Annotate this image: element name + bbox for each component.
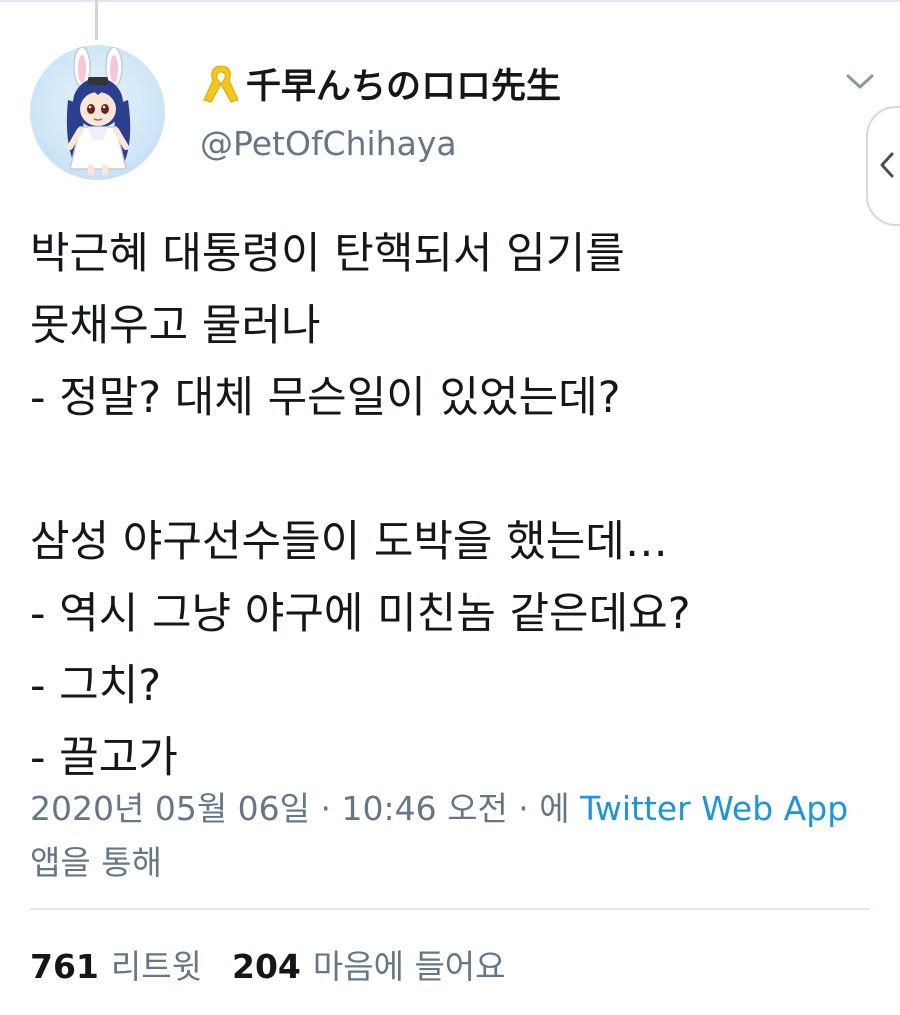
like-label[interactable]: 마음에 들어요 (313, 940, 506, 988)
tweet-line: - 그치? (30, 661, 162, 711)
display-name[interactable]: 千早んちのロロ先生 (200, 58, 561, 109)
tweet-line: 못채우고 물러나 (30, 301, 321, 351)
chevron-left-icon (880, 152, 894, 178)
tweet-line: 삼성 야구선수들이 도박을 했는데… (30, 517, 668, 567)
timestamp[interactable]: 2020년 05월 06일 · 10:46 오전 · 에 (30, 789, 570, 828)
display-name-text: 千早んちのロロ先生 (246, 67, 562, 107)
tweet-line: - 정말? 대체 무슨일이 있었는데? (30, 373, 621, 423)
retweet-count[interactable]: 761 (30, 947, 99, 986)
tweet-metadata: 2020년 05월 06일 · 10:46 오전 · 에 Twitter Web… (30, 782, 880, 890)
chevron-down-icon[interactable] (842, 66, 878, 96)
retweet-label[interactable]: 리트윗 (111, 940, 202, 988)
user-handle[interactable]: @PetOfChihaya (200, 124, 457, 163)
top-border (0, 0, 900, 2)
anime-bunny-girl-avatar-icon (66, 46, 131, 175)
divider (30, 908, 870, 910)
avatar[interactable] (30, 45, 165, 180)
thread-connector-line (95, 0, 98, 40)
source-suffix: 앱을 통해 (30, 843, 162, 882)
source-app-link[interactable]: Twitter Web App (580, 789, 848, 828)
yellow-ribbon-icon (200, 62, 242, 106)
engagement-stats: 761 리트윗 204 마음에 들어요 (30, 940, 506, 988)
tweet-text: 박근혜 대통령이 탄핵되서 임기를 못채우고 물러나 - 정말? 대체 무슨일이… (30, 218, 880, 794)
tweet-line: - 역시 그냥 야구에 미친놈 같은데요? (30, 589, 691, 639)
tweet-line: 박근혜 대통령이 탄핵되서 임기를 (30, 229, 625, 279)
side-panel-tab[interactable] (866, 106, 900, 226)
like-count[interactable]: 204 (232, 947, 301, 986)
